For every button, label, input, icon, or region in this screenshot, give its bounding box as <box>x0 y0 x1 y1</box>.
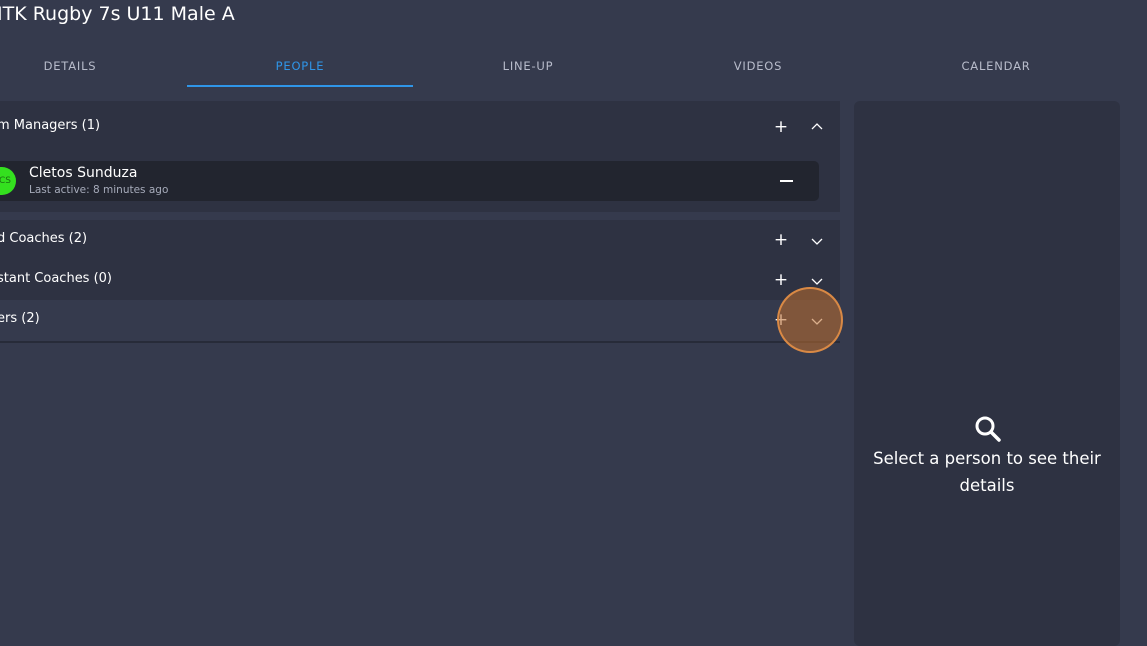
tab-calendar[interactable]: CALENDAR <box>880 52 1112 88</box>
person-details-panel: Select a person to see their details <box>854 101 1120 646</box>
divider <box>0 341 840 343</box>
click-indicator <box>777 287 843 353</box>
section-label: d Coaches (2) <box>0 231 88 246</box>
tab-bar: DETAILS PEOPLE LINE-UP VIDEOS CALENDAR <box>0 52 1147 88</box>
section-players[interactable]: ers (2) + <box>0 300 840 340</box>
page-title: ITK Rugby 7s U11 Male A <box>0 3 235 25</box>
chevron-up-icon[interactable] <box>808 118 826 136</box>
add-head-coach-button[interactable]: + <box>770 229 792 251</box>
add-assistant-coach-button[interactable]: + <box>770 269 792 291</box>
person-name: Cletos Sunduza <box>29 165 138 181</box>
person-row[interactable]: CS Cletos Sunduza Last active: 8 minutes… <box>0 161 819 201</box>
section-label: m Managers (1) <box>0 118 101 133</box>
chevron-down-icon[interactable] <box>808 232 826 250</box>
tab-details[interactable]: DETAILS <box>0 52 170 88</box>
section-team-managers: m Managers (1) + CS Cletos Sunduza Last … <box>0 101 840 212</box>
remove-person-button[interactable] <box>780 180 793 182</box>
last-active-text: Last active: 8 minutes ago <box>29 184 169 196</box>
tab-line-up[interactable]: LINE-UP <box>415 52 641 88</box>
tab-videos[interactable]: VIDEOS <box>645 52 871 88</box>
section-assistant-coaches[interactable]: stant Coaches (0) + <box>0 260 840 300</box>
avatar: CS <box>0 167 16 195</box>
active-tab-indicator <box>187 85 413 87</box>
section-head-coaches[interactable]: d Coaches (2) + <box>0 220 840 260</box>
section-label: stant Coaches (0) <box>0 271 113 286</box>
section-label: ers (2) <box>0 311 40 326</box>
add-team-manager-button[interactable]: + <box>770 116 792 138</box>
people-panel: m Managers (1) + CS Cletos Sunduza Last … <box>0 101 840 343</box>
tab-people[interactable]: PEOPLE <box>187 52 413 88</box>
empty-state-text: Select a person to see their details <box>873 449 1101 495</box>
search-icon <box>975 416 1001 442</box>
